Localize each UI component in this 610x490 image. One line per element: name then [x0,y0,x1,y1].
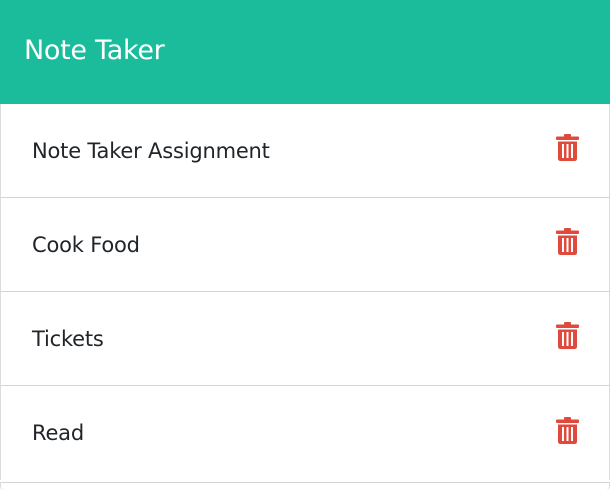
trash-icon [555,228,579,255]
note-list-item[interactable]: Cook Food [0,198,610,292]
note-title: Note Taker Assignment [32,138,270,163]
app-title: Note Taker [24,34,165,66]
note-list-item[interactable]: Tickets [0,292,610,386]
notes-list: Note Taker Assignment Cook Food Tickets … [0,104,610,480]
trash-icon [555,416,579,444]
note-title: Cook Food [32,232,140,257]
list-bottom-border [0,482,610,490]
note-title: Read [32,421,84,445]
note-title: Tickets [32,326,104,351]
note-list-item[interactable]: Note Taker Assignment [0,104,610,198]
trash-icon [555,134,579,161]
delete-note-button[interactable] [555,134,579,162]
note-list-item[interactable]: Read [0,386,610,480]
trash-icon [555,322,579,349]
delete-note-button[interactable] [555,228,579,256]
delete-note-button[interactable] [555,416,579,444]
note-taker-app: Note Taker Note Taker Assignment Cook Fo… [0,0,610,490]
delete-note-button[interactable] [555,322,579,350]
app-header: Note Taker [0,0,610,104]
